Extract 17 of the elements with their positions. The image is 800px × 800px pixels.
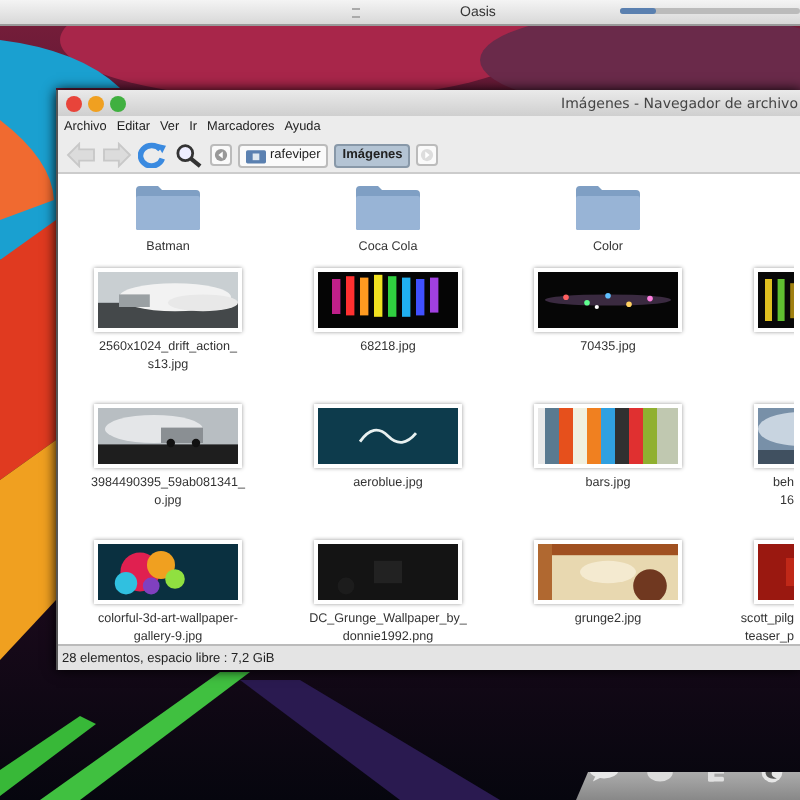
image-thumbnail[interactable] [314, 404, 462, 468]
folder-icon[interactable] [574, 184, 642, 232]
slider[interactable] [620, 8, 800, 14]
close-button[interactable] [66, 95, 82, 111]
folder-icon[interactable] [354, 184, 422, 232]
image-thumbnail[interactable] [534, 268, 682, 332]
folder-icon [246, 147, 266, 163]
image-thumbnail[interactable] [534, 540, 682, 604]
scroll-left-button[interactable] [210, 144, 232, 166]
image-thumbnail[interactable] [94, 268, 242, 332]
search-icon[interactable] [174, 142, 204, 168]
image-thumbnail[interactable] [534, 404, 682, 468]
image-thumbnail[interactable] [314, 268, 462, 332]
image-thumbnail[interactable] [94, 404, 242, 468]
image-thumbnail[interactable] [94, 540, 242, 604]
image-thumbnail[interactable] [314, 540, 462, 604]
folder-icon[interactable] [134, 184, 202, 232]
